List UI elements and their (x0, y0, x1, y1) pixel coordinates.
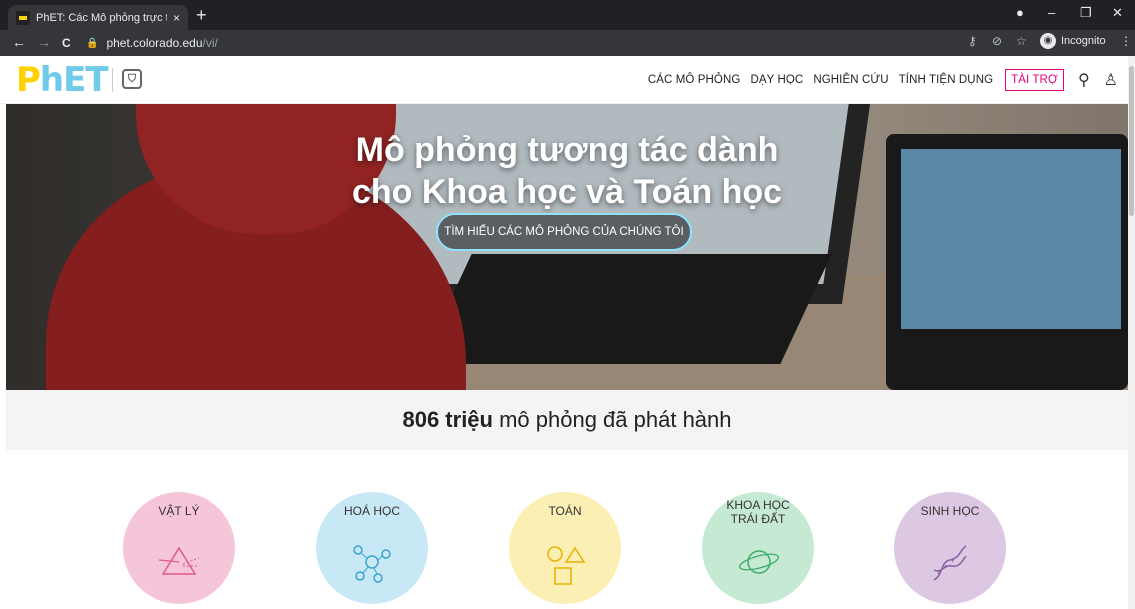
logo-divider (112, 68, 113, 92)
cu-boulder-logo-icon[interactable]: ⛉ (122, 69, 142, 89)
sims-count-text: mô phỏng đã phát hành (492, 407, 732, 432)
category-chemistry[interactable]: HOÁ HỌC (316, 492, 428, 604)
scrollbar[interactable] (1128, 56, 1135, 609)
new-tab-button[interactable]: + (196, 5, 207, 25)
nav-teaching[interactable]: DẠY HỌC (750, 74, 803, 86)
phet-favicon-icon (16, 10, 30, 25)
category-label: HOÁ HỌC (343, 504, 400, 518)
menu-kebab-icon[interactable]: ⋮ (1120, 34, 1132, 48)
planet-icon (738, 550, 780, 574)
dna-icon (933, 545, 967, 581)
eye-off-icon[interactable]: ⊘ (992, 34, 1002, 48)
incognito-label: Incognito (1061, 35, 1106, 47)
lock-icon: 🔒 (86, 37, 99, 49)
url-path: /vi/ (202, 36, 218, 50)
reload-button[interactable]: C (62, 36, 71, 50)
maximize-button[interactable]: ❐ (1080, 5, 1092, 21)
phet-logo[interactable]: PhET (16, 62, 109, 98)
address-bar[interactable]: 🔒 phet.colorado.edu /vi/ (86, 32, 956, 54)
tab-title: PhET: Các Mô phỏng trực tuyến, (36, 11, 167, 24)
category-label-line2: TRÁI ĐẤT (730, 512, 786, 526)
incognito-indicator[interactable]: ◉ Incognito (1040, 33, 1106, 49)
main-nav: CÁC MÔ PHỎNG DẠY HỌC NGHIÊN CỨU TÍNH TIỆ… (638, 56, 1118, 104)
star-icon[interactable]: ☆ (1016, 34, 1027, 48)
tab-close-icon[interactable]: × (173, 11, 180, 25)
sims-count: 806 triệu (402, 407, 493, 432)
category-label: KHOA HỌC (726, 498, 790, 512)
category-label: SINH HỌC (920, 504, 980, 518)
category-label: VẬT LÝ (158, 504, 200, 518)
incognito-icon: ◉ (1040, 33, 1056, 49)
category-label: TOÁN (548, 504, 582, 518)
category-biology[interactable]: SINH HỌC (894, 492, 1006, 604)
browser-tabstrip: PhET: Các Mô phỏng trực tuyến, × + ● – ❐… (0, 0, 1135, 30)
prism-icon (159, 546, 199, 575)
shapes-icon (547, 546, 586, 585)
molecule-icon (353, 545, 391, 583)
user-icon[interactable]: ♙ (1104, 70, 1118, 90)
scrollbar-thumb[interactable] (1129, 66, 1134, 216)
search-icon[interactable]: ⚲ (1078, 70, 1090, 90)
hero-banner: Mô phỏng tương tác dành cho Khoa học và T… (6, 104, 1128, 390)
category-physics[interactable]: VẬT LÝ (123, 492, 235, 604)
donate-button[interactable]: TÀI TRỢ (1005, 69, 1064, 91)
forward-button[interactable]: → (37, 34, 51, 50)
hero-title: Mô phỏng tương tác dành cho Khoa học và T… (351, 131, 783, 211)
url-domain: phet.colorado.edu (106, 36, 203, 50)
sims-delivered-banner: 806 triệu mô phỏng đã phát hành (6, 390, 1128, 450)
profile-dot-icon[interactable]: ● (1016, 5, 1024, 20)
nav-research[interactable]: NGHIÊN CỨU (813, 74, 888, 86)
browser-toolbar: ← → C 🔒 phet.colorado.edu /vi/ ⚷ ⊘ ☆ ◉ I… (0, 30, 1135, 56)
category-math[interactable]: TOÁN (509, 492, 621, 604)
minimize-button[interactable]: – (1048, 5, 1055, 20)
key-icon[interactable]: ⚷ (968, 34, 977, 48)
category-earth-science[interactable]: KHOA HỌC TRÁI ĐẤT (702, 492, 814, 604)
site-header: PhET ⛉ CÁC MÔ PHỎNG DẠY HỌC NGHIÊN CỨU T… (0, 56, 1128, 104)
explore-sims-button[interactable]: TÌM HIỂU CÁC MÔ PHỎNG CỦA CHÚNG TÔI (436, 213, 692, 251)
close-window-button[interactable]: ✕ (1112, 5, 1123, 21)
nav-accessibility[interactable]: TÍNH TIỆN DỤNG (899, 74, 993, 86)
back-button[interactable]: ← (12, 34, 26, 50)
browser-tab[interactable]: PhET: Các Mô phỏng trực tuyến, × (8, 5, 188, 30)
category-section: VẬT LÝ HOÁ HỌC TOÁN KHOA HỌC TRÁI ĐẤT SI… (0, 450, 1128, 609)
nav-simulations[interactable]: CÁC MÔ PHỎNG (648, 74, 741, 86)
